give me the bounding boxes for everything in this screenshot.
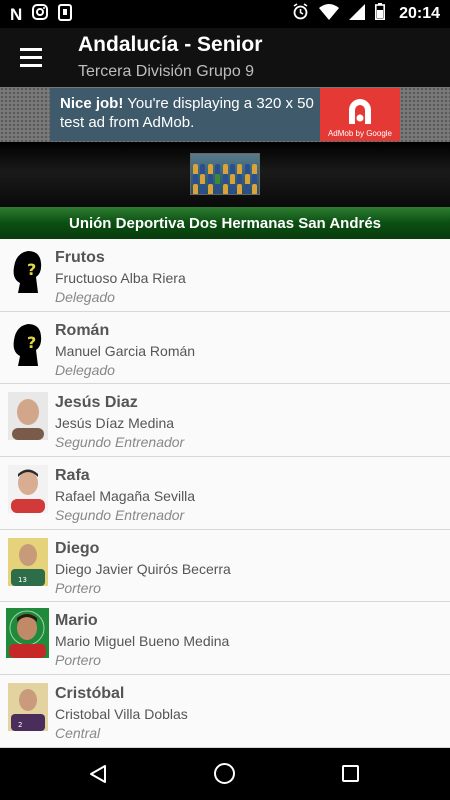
status-time: 20:14 [399, 5, 440, 22]
member-photo-avatar: 13 [8, 537, 48, 586]
back-icon[interactable] [88, 764, 108, 789]
member-photo-avatar [8, 392, 48, 441]
unknown-silhouette-avatar: ? [8, 320, 48, 368]
notification-n-icon: N [10, 4, 23, 24]
admob-logo: AdMob by Google [320, 88, 400, 141]
team-name-bar: Unión Deportiva Dos Hermanas San Andrés [0, 207, 450, 239]
member-full-name: Fructuoso Alba Riera [55, 270, 186, 286]
list-item[interactable]: Rafa Rafael Magaña Sevilla Segundo Entre… [0, 457, 450, 530]
member-nickname: Diego [55, 539, 100, 557]
member-nickname: Román [55, 321, 110, 339]
app-bar-titles: Andalucía - Senior Tercera División Grup… [78, 33, 262, 83]
page-title: Andalucía - Senior [78, 32, 263, 56]
admob-icon [349, 99, 371, 124]
member-role: Central [55, 725, 101, 742]
battery-icon [375, 3, 386, 25]
hamburger-menu-icon[interactable] [0, 28, 62, 87]
list-item[interactable]: Jesús Diaz Jesús Díaz Medina Segundo Ent… [0, 384, 450, 458]
home-icon[interactable] [214, 763, 235, 784]
system-nav-bar [0, 748, 450, 800]
member-role: Delegado [55, 361, 115, 378]
wifi-icon [319, 3, 340, 25]
member-photo-avatar: 2 [8, 683, 48, 732]
member-nickname: Frutos [55, 249, 105, 266]
ad-headline: Nice job! [60, 95, 124, 112]
signal-icon [349, 3, 366, 25]
member-full-name: Mario Miguel Bueno Medina [55, 633, 230, 650]
team-photo[interactable] [190, 153, 260, 195]
test-ad-banner[interactable]: Nice job! You're displaying a 320 x 50 t… [50, 88, 400, 141]
member-role: Segundo Entrenador [55, 507, 185, 524]
svg-text:2: 2 [18, 721, 22, 729]
app-screen: N 20:14 Andalucía - Senior Tercera Divis… [0, 0, 450, 800]
member-full-name: Diego Javier Quirós Becerra [55, 560, 231, 577]
member-full-name: Cristobal Villa Doblas [55, 706, 188, 723]
member-photo-avatar [6, 608, 49, 659]
member-role: Delegado [55, 289, 115, 305]
member-full-name: Rafael Magaña Sevilla [55, 488, 196, 505]
status-right-icons: 20:14 [292, 3, 440, 25]
svg-text:13: 13 [18, 576, 27, 584]
member-role: Portero [55, 652, 101, 669]
team-name: Unión Deportiva Dos Hermanas San Andrés [68, 214, 382, 232]
ad-brand: AdMob by Google [327, 129, 393, 138]
list-item[interactable]: ? Román Manuel Garcia Román Delegado [0, 311, 450, 385]
alarm-icon [292, 3, 309, 25]
list-item[interactable]: 13 Diego Diego Javier Quirós Becerra Por… [0, 529, 450, 603]
recents-icon[interactable] [342, 765, 359, 782]
member-nickname: Rafa [55, 467, 90, 485]
ad-text: Nice job! You're displaying a 320 x 50 t… [50, 88, 320, 141]
member-list[interactable]: ? Frutos Fructuoso Alba Riera Delegado ?… [0, 239, 450, 748]
member-full-name: Manuel Garcia Román [55, 342, 196, 359]
team-banner [0, 142, 450, 207]
list-item[interactable]: ? Frutos Fructuoso Alba Riera Delegado [0, 239, 450, 312]
member-nickname: Cristóbal [55, 685, 125, 703]
list-item[interactable]: Mario Mario Miguel Bueno Medina Portero [0, 602, 450, 676]
member-role: Segundo Entrenador [55, 434, 185, 451]
page-subtitle: Tercera División Grupo 9 [78, 62, 255, 80]
member-role: Portero [55, 579, 101, 596]
list-item[interactable]: 2 Cristóbal Cristobal Villa Doblas Centr… [0, 675, 450, 748]
member-photo-avatar [8, 465, 48, 514]
member-full-name: Jesús Díaz Medina [55, 415, 175, 432]
ad-strip: Nice job! You're displaying a 320 x 50 t… [0, 87, 450, 142]
svg-text:?: ? [27, 260, 36, 279]
status-bar: N 20:14 [0, 0, 450, 28]
status-left-icons: N [10, 3, 73, 26]
member-nickname: Mario [55, 612, 98, 630]
svg-text:?: ? [27, 333, 36, 352]
app-bar: Andalucía - Senior Tercera División Grup… [0, 28, 450, 87]
unknown-silhouette-avatar: ? [8, 247, 48, 295]
instagram-icon [32, 3, 49, 25]
member-nickname: Jesús Diaz [55, 394, 138, 412]
clipboard-icon [58, 3, 73, 26]
